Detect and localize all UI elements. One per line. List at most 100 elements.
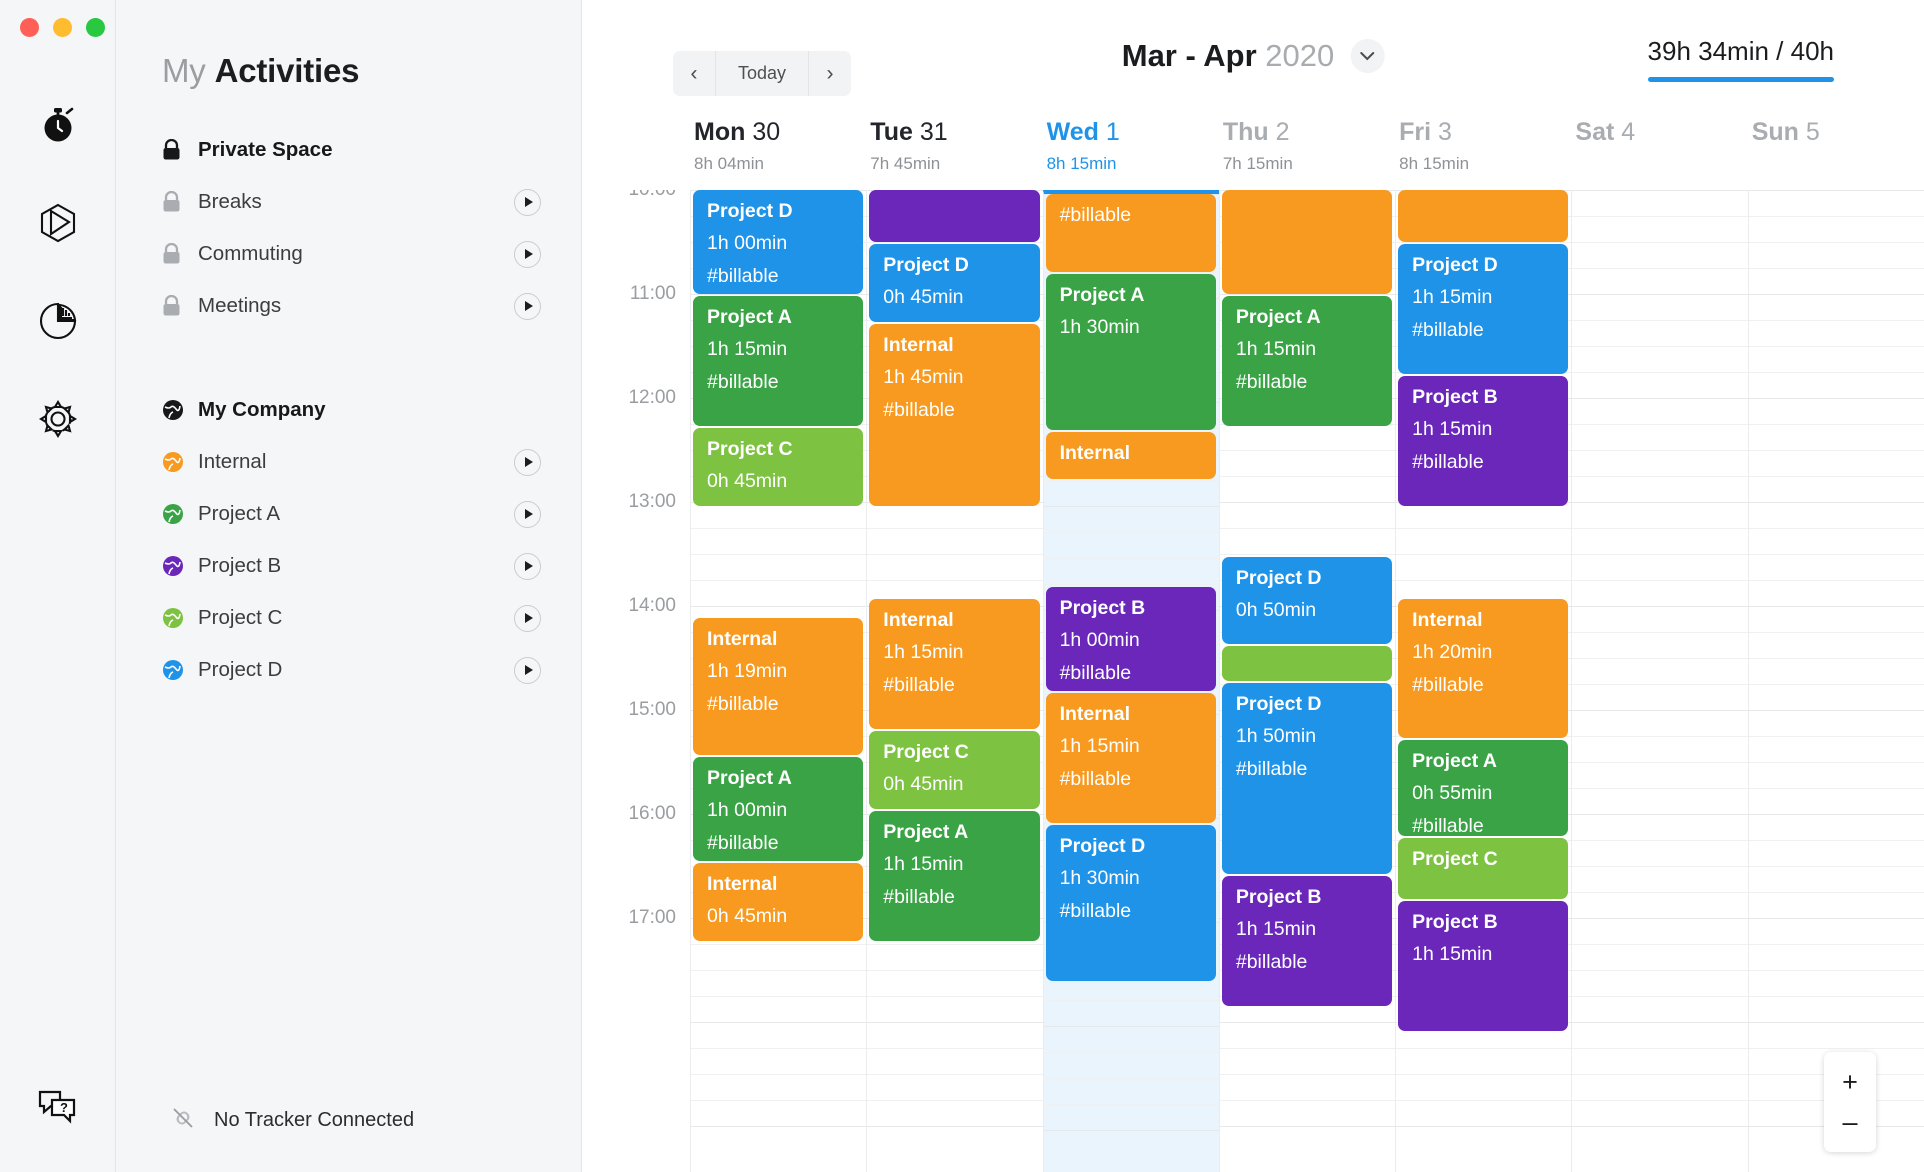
grid-line [1043, 1026, 1219, 1027]
calendar-event[interactable]: Project D 0h 50min [1221, 557, 1393, 644]
sidebar-item-breaks[interactable]: Breaks [116, 176, 581, 228]
event-tag: #billable [707, 693, 779, 715]
calendar-event[interactable] [1221, 190, 1393, 294]
calendar-event[interactable]: Project C 0h 45min [693, 428, 864, 506]
stopwatch-icon[interactable] [32, 99, 84, 151]
pie-chart-icon[interactable] [32, 295, 84, 347]
day-header-sat[interactable]: Sat 4 [1571, 118, 1747, 190]
day-column-sat[interactable] [1571, 190, 1748, 1172]
calendar-event[interactable]: Project D 1h 15min #billable [1398, 244, 1569, 374]
start-timer-button[interactable] [514, 240, 541, 268]
calendar-event[interactable]: Project B 1h 15min #billable [1221, 876, 1393, 1006]
calendar-event[interactable]: Project A 1h 15min #billable [1221, 296, 1393, 426]
start-timer-button[interactable] [514, 188, 541, 216]
sidebar-item-label: Project A [198, 502, 281, 525]
day-header-wed[interactable]: Wed 1 8h 15min [1043, 118, 1219, 190]
time-label: 14:00 [628, 595, 676, 616]
day-header-fri[interactable]: Fri 3 8h 15min [1395, 118, 1571, 190]
calendar-event[interactable]: Project D 1h 00min #billable [693, 190, 864, 294]
event-tag: #billable [1235, 371, 1308, 393]
day-name: Sat 4 [1575, 118, 1636, 146]
grid-line [1748, 216, 1924, 217]
calendar-event[interactable]: Internal 1h 19min #billable [693, 618, 864, 755]
time-axis: 10:00 11:00 12:00 13:00 14:00 15:00 16:00 17:00 [582, 190, 690, 1172]
grid-line [1748, 1022, 1924, 1023]
sidebar-item-project-a[interactable]: Project A [116, 488, 581, 540]
day-column-wed[interactable]: #billable Project A 1h 30min Internal Projec… [1042, 190, 1219, 1172]
day-column-tue[interactable]: Project D 0h 45min Internal 1h 45min #billab… [866, 190, 1043, 1172]
start-timer-button[interactable] [514, 292, 541, 320]
calendar-event[interactable]: Project A 1h 30min [1045, 274, 1216, 430]
start-timer-button[interactable] [514, 604, 541, 632]
day-column-mon[interactable]: Project D 1h 00min #billable Project A 1h 15… [690, 190, 867, 1172]
zoom-in-button[interactable]: + [1824, 1062, 1876, 1102]
calendar-event[interactable]: #billable [1045, 194, 1216, 272]
sidebar-item-internal[interactable]: Internal [116, 436, 581, 488]
globe-icon [162, 451, 192, 473]
grid-line [1748, 242, 1924, 243]
calendar-event[interactable] [1398, 190, 1569, 242]
grid-line [1572, 1126, 1748, 1127]
date-range-month: Mar - Apr [1121, 38, 1257, 73]
day-column-thu[interactable]: Project A 1h 15min #billable Project D 0h 50… [1218, 190, 1396, 1172]
calendar-event[interactable]: Project D 1h 50min #billable [1221, 683, 1393, 874]
day-total: 7h 15min [1222, 154, 1293, 173]
grid-line [1043, 1052, 1219, 1053]
close-window-button[interactable] [20, 18, 39, 37]
cube-icon[interactable] [32, 197, 84, 249]
minimize-window-button[interactable] [53, 18, 72, 37]
sidebar-item-meetings[interactable]: Meetings [116, 280, 581, 332]
group-header-private-space[interactable]: Private Space [116, 124, 581, 176]
calendar-event[interactable]: Project A 1h 15min #billable [693, 296, 864, 426]
today-button[interactable]: Today [715, 51, 810, 96]
globe-icon [162, 659, 192, 681]
calendar-event[interactable]: Project B 1h 00min #billable [1045, 587, 1216, 691]
calendar-event[interactable]: Project B 1h 15min #billable [1398, 376, 1569, 506]
calendar-event[interactable]: Project D 0h 45min [869, 244, 1040, 322]
day-header-thu[interactable]: Thu 2 7h 15min [1219, 118, 1395, 190]
group-header-my-company[interactable]: My Company [116, 384, 581, 436]
chevron-down-icon[interactable] [1350, 39, 1385, 73]
zoom-window-button[interactable] [86, 18, 105, 37]
day-column-sun[interactable] [1747, 190, 1924, 1172]
help-chat-icon[interactable]: ? [32, 1082, 84, 1134]
gear-icon[interactable] [32, 393, 84, 445]
start-timer-button[interactable] [514, 500, 541, 528]
day-column-fri[interactable]: Project D 1h 15min #billable Project B 1h 15… [1395, 190, 1572, 1172]
start-timer-button[interactable] [514, 552, 541, 580]
start-timer-button[interactable] [514, 448, 541, 476]
calendar-event[interactable]: Internal 1h 45min #billable [869, 324, 1040, 506]
calendar-event[interactable]: Project A 1h 00min #billable [693, 757, 864, 861]
sidebar-item-project-c[interactable]: Project C [116, 592, 581, 644]
sidebar-item-project-d[interactable]: Project D [116, 644, 581, 696]
grid-line [1572, 424, 1748, 425]
day-header-tue[interactable]: Tue 31 7h 45min [866, 118, 1042, 190]
grid-line [1219, 528, 1396, 529]
calendar-event[interactable]: Internal 1h 15min #billable [869, 599, 1040, 729]
calendar-event[interactable]: Project A 0h 55min #billable [1398, 740, 1569, 836]
calendar-event[interactable] [869, 190, 1040, 242]
day-header-mon[interactable]: Mon 30 8h 04min [690, 118, 866, 190]
calendar-event[interactable]: Internal 1h 15min #billable [1045, 693, 1216, 823]
grid-line [1396, 554, 1572, 555]
calendar-event[interactable]: Project C [1398, 838, 1569, 899]
event-title: Project A [1412, 750, 1498, 772]
calendar-event[interactable]: Internal 1h 20min #billable [1398, 599, 1569, 738]
calendar-event[interactable]: Project B 1h 15min [1398, 901, 1569, 1031]
sidebar-item-project-b[interactable]: Project B [116, 540, 581, 592]
calendar-event[interactable]: Project D 1h 30min #billable [1045, 825, 1216, 981]
sidebar-item-commuting[interactable]: Commuting [116, 228, 581, 280]
calendar-event[interactable]: Project C 0h 45min [869, 731, 1040, 809]
event-duration: 1h 00min [707, 798, 788, 821]
prev-week-button[interactable]: ‹ [673, 51, 715, 96]
day-header-sun[interactable]: Sun 5 [1748, 118, 1924, 190]
event-title: Project D [1412, 254, 1498, 276]
calendar-event[interactable]: Project A 1h 15min #billable [869, 811, 1040, 941]
start-timer-button[interactable] [514, 656, 541, 684]
calendar-event[interactable]: Internal 0h 45min [693, 863, 864, 941]
zoom-out-button[interactable]: – [1824, 1102, 1876, 1142]
calendar-event[interactable]: Internal [1045, 432, 1216, 479]
next-week-button[interactable]: › [809, 51, 851, 96]
grid-line [1219, 554, 1396, 555]
calendar-event[interactable] [1221, 646, 1393, 681]
